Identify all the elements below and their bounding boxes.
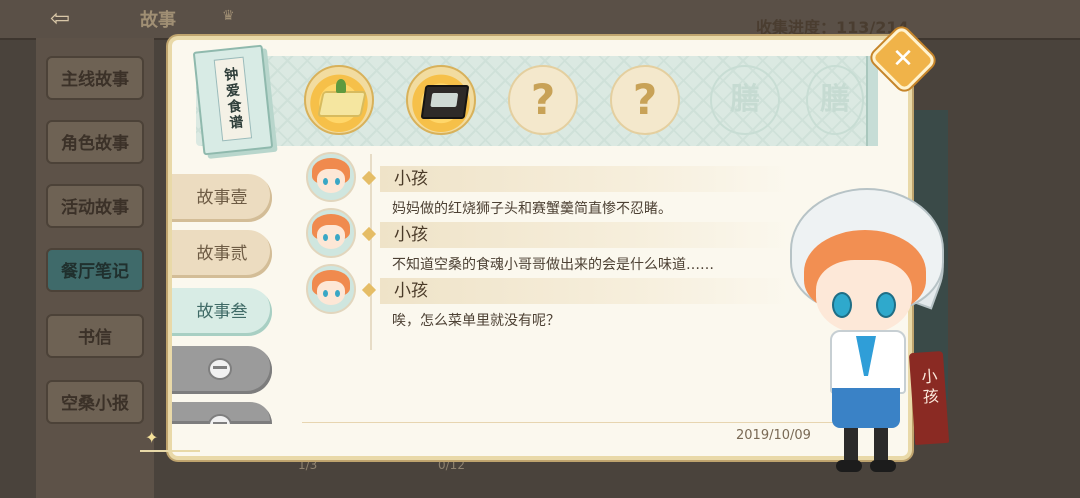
- tab-story-3[interactable]: 故事叁: [172, 288, 272, 336]
- character-name: 小孩: [917, 367, 940, 409]
- locked-recipe-symbol: 膳: [730, 82, 760, 117]
- recipe-slot-crab-box[interactable]: [406, 65, 476, 135]
- question-mark-icon: ?: [632, 75, 658, 124]
- recipe-book-icon: 钟爱食谱: [192, 44, 274, 156]
- speaker-name: 小孩: [380, 166, 790, 192]
- speaker-avatar: [306, 208, 356, 258]
- recipe-slot-unknown[interactable]: ?: [508, 65, 578, 135]
- recipe-book-title: 钟爱食谱: [213, 56, 253, 142]
- strip-scroll-end: [866, 56, 878, 146]
- recipe-slot-tofu[interactable]: [304, 65, 374, 135]
- recipe-slot-locked: 膳: [806, 65, 864, 135]
- back-arrow-icon[interactable]: ⇦: [50, 4, 90, 32]
- locked-recipe-symbol: 膳: [820, 82, 850, 117]
- dialogue-text: 不知道空桑的食魂小哥哥做出来的会是什么味道……: [392, 257, 714, 273]
- tofu-dish-icon: [317, 91, 367, 117]
- tab-story-2[interactable]: 故事贰: [172, 230, 272, 278]
- tab-story-1[interactable]: 故事壹: [172, 174, 272, 222]
- lock-icon: [208, 358, 232, 380]
- lock-icon: [208, 414, 232, 424]
- sidebar-item-event-story[interactable]: 活动故事: [46, 184, 144, 228]
- recipe-slot-locked: 膳: [710, 65, 780, 135]
- collection-progress: 收集进度：113/214: [756, 18, 909, 37]
- card-count: 1/3: [298, 458, 318, 472]
- crab-box-dish-icon: [420, 85, 470, 119]
- herb-garnish-icon: [336, 79, 346, 93]
- sidebar-item-kongsang-news[interactable]: 空桑小报: [46, 380, 144, 424]
- speaker-avatar: [306, 264, 356, 314]
- character-name-banner: 小孩: [908, 350, 950, 446]
- tab-story-locked: [172, 402, 272, 424]
- crown-icon: ♛: [222, 8, 235, 24]
- card-count: 0/12: [438, 458, 465, 472]
- screen-title: 故事: [140, 10, 176, 31]
- sparkle-icon: ✦: [145, 428, 159, 447]
- sidebar-item-character-story[interactable]: 角色故事: [46, 120, 144, 164]
- sidebar-item-letters[interactable]: 书信: [46, 314, 144, 358]
- sidebar-item-main-story[interactable]: 主线故事: [46, 56, 144, 100]
- close-icon: ✕: [892, 44, 914, 74]
- sidebar-item-restaurant-notes[interactable]: 餐厅笔记: [46, 248, 144, 292]
- ornament: [140, 450, 200, 462]
- speaker-name: 小孩: [380, 278, 790, 304]
- question-mark-icon: ?: [530, 75, 556, 124]
- speaker-name: 小孩: [380, 222, 790, 248]
- tab-story-locked: [172, 346, 272, 394]
- dialogue-text: 妈妈做的红烧狮子头和赛蟹羹简直惨不忍睹。: [392, 201, 672, 217]
- speaker-avatar: [306, 152, 356, 202]
- dialogue-text: 唉，怎么菜单里就没有呢？: [392, 313, 560, 329]
- recipe-slot-unknown[interactable]: ?: [610, 65, 680, 135]
